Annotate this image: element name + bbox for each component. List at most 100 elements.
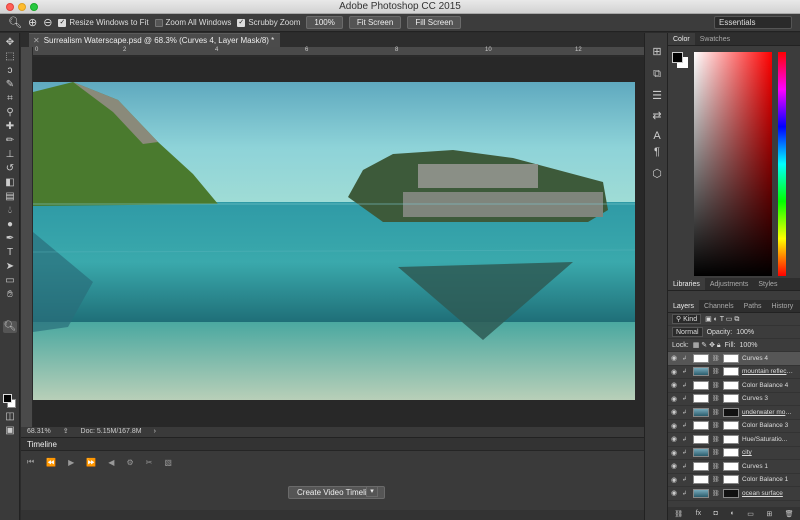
- eyedropper-tool-icon[interactable]: ⚲: [3, 107, 17, 119]
- hand-tool-icon[interactable]: ✋︎: [3, 289, 17, 301]
- opacity-value[interactable]: 100%: [736, 329, 754, 336]
- settings-gear-icon[interactable]: ⚙: [126, 458, 133, 467]
- layer-row[interactable]: ◉ ↲ ⛓ city: [668, 447, 800, 460]
- audio-icon[interactable]: ◀: [108, 458, 114, 467]
- layer-row[interactable]: ◉ ↲ ⛓ Curves 3: [668, 393, 800, 406]
- layer-thumbnail[interactable]: [693, 367, 709, 377]
- layer-thumbnail[interactable]: [693, 461, 709, 471]
- lock-icons[interactable]: ▦ ✎ ✥ 🔒︎: [693, 341, 721, 350]
- trash-icon[interactable]: 🗑︎: [785, 510, 794, 518]
- kind-filter-select[interactable]: ⚲ Kind: [672, 314, 702, 324]
- layer-row[interactable]: ◉ ↲ ⛓ Curves 4: [668, 352, 800, 366]
- hue-slider[interactable]: [778, 52, 786, 276]
- layer-row[interactable]: ◉ ↲ ⛓ underwater mou...: [668, 406, 800, 420]
- link-icon[interactable]: ⛓: [712, 368, 720, 375]
- marquee-tool-icon[interactable]: ⬚: [3, 51, 17, 63]
- link-icon[interactable]: ⛓: [712, 449, 720, 456]
- link-icon[interactable]: ⛓: [712, 476, 720, 483]
- history-brush-icon[interactable]: ↺: [3, 163, 17, 175]
- next-frame-icon[interactable]: ⏩: [86, 458, 96, 467]
- link-icon[interactable]: ⛓: [712, 422, 720, 429]
- layer-name[interactable]: Curves 4: [742, 355, 794, 362]
- layer-thumbnail[interactable]: [693, 488, 709, 498]
- zoom-all-windows-checkbox[interactable]: Zoom All Windows: [154, 18, 231, 27]
- layer-thumbnail[interactable]: [693, 421, 709, 431]
- link-icon[interactable]: ⛓: [712, 382, 720, 389]
- visibility-eye-icon[interactable]: ◉: [671, 381, 679, 389]
- document-tab[interactable]: ✕ Surrealism Waterscape.psd @ 68.3% (Curv…: [29, 33, 281, 47]
- layer-mask-thumbnail[interactable]: [723, 461, 739, 471]
- create-timeline-dropdown-icon[interactable]: ▾: [366, 486, 378, 497]
- layer-row[interactable]: ◉ ↲ ⛓ Hue/Saturatio...: [668, 433, 800, 447]
- layer-row[interactable]: ◉ ↲ ⛓ Color Balance 1: [668, 474, 800, 487]
- zoom-level[interactable]: 68.31%: [27, 428, 51, 435]
- properties-icon[interactable]: ☰: [650, 89, 664, 103]
- layer-name[interactable]: Color Balance 3: [742, 422, 794, 429]
- layer-mask-thumbnail[interactable]: [723, 353, 739, 363]
- new-layer-icon[interactable]: ⊞: [766, 510, 772, 518]
- layer-mask-thumbnail[interactable]: [723, 380, 739, 390]
- 100-percent-button[interactable]: 100%: [306, 16, 343, 29]
- canvas-workspace[interactable]: [33, 57, 644, 427]
- share-icon[interactable]: ⇪: [63, 428, 69, 435]
- shape-tool-icon[interactable]: ▭: [3, 275, 17, 287]
- layer-mask-thumbnail[interactable]: [723, 448, 739, 458]
- visibility-eye-icon[interactable]: ◉: [671, 395, 679, 403]
- layer-name[interactable]: Curves 1: [742, 463, 794, 470]
- link-icon[interactable]: ⛓: [712, 409, 720, 416]
- paragraph-icon[interactable]: ¶: [650, 145, 664, 159]
- tab-paths[interactable]: Paths: [739, 300, 767, 312]
- dodge-tool-icon[interactable]: ●: [3, 219, 17, 231]
- tab-swatches[interactable]: Swatches: [695, 33, 735, 45]
- layer-name[interactable]: mountain reflecti...: [742, 368, 794, 375]
- prev-frame-icon[interactable]: ⏪: [46, 458, 56, 467]
- visibility-eye-icon[interactable]: ◉: [671, 408, 679, 416]
- layer-thumbnail[interactable]: [693, 407, 709, 417]
- layer-mask-thumbnail[interactable]: [723, 421, 739, 431]
- zoom-out-icon[interactable]: ⊖: [43, 16, 52, 29]
- foreground-color-swatch[interactable]: [3, 394, 12, 403]
- layer-mask-thumbnail[interactable]: [723, 367, 739, 377]
- layer-name[interactable]: Curves 3: [742, 395, 794, 402]
- layer-row[interactable]: ◉ ↲ ⛓ Color Balance 4: [668, 379, 800, 393]
- layer-thumbnail[interactable]: [693, 434, 709, 444]
- layer-name[interactable]: Color Balance 1: [742, 476, 794, 483]
- lasso-tool-icon[interactable]: ↄ: [3, 65, 17, 77]
- add-mask-icon[interactable]: ◘: [714, 510, 718, 517]
- visibility-eye-icon[interactable]: ◉: [671, 489, 679, 497]
- foreground-color[interactable]: [672, 52, 683, 63]
- layer-row[interactable]: ◉ ↲ ⛓ Color Balance 3: [668, 420, 800, 433]
- visibility-eye-icon[interactable]: ◉: [671, 462, 679, 470]
- visibility-eye-icon[interactable]: ◉: [671, 368, 679, 376]
- path-select-tool-icon[interactable]: ➤: [3, 261, 17, 273]
- quick-select-tool-icon[interactable]: ✎: [3, 79, 17, 91]
- tab-libraries[interactable]: Libraries: [668, 278, 705, 290]
- actions-icon[interactable]: ⧉: [650, 67, 664, 81]
- visibility-eye-icon[interactable]: ◉: [671, 354, 679, 362]
- status-menu-chevron-icon[interactable]: ›: [154, 428, 156, 435]
- layer-mask-thumbnail[interactable]: [723, 475, 739, 485]
- tab-layers[interactable]: Layers: [668, 300, 700, 312]
- first-frame-icon[interactable]: ⏮: [27, 457, 34, 467]
- healing-tool-icon[interactable]: ✚: [3, 121, 17, 133]
- link-icon[interactable]: ⛓: [712, 490, 720, 497]
- character-icon[interactable]: A: [650, 129, 664, 143]
- adjust-icon[interactable]: ⇄: [650, 109, 664, 123]
- tab-color[interactable]: Color: [668, 33, 695, 45]
- layer-thumbnail[interactable]: [693, 380, 709, 390]
- fit-screen-button[interactable]: Fit Screen: [348, 16, 402, 29]
- layer-thumbnail[interactable]: [693, 448, 709, 458]
- layer-mask-thumbnail[interactable]: [723, 394, 739, 404]
- layer-row[interactable]: ◉ ↲ ⛓ ocean surface: [668, 487, 800, 501]
- new-group-icon[interactable]: ▭: [747, 510, 754, 518]
- screen-mode-icon[interactable]: ▣: [3, 425, 17, 437]
- history-icon[interactable]: ⊞: [650, 45, 664, 59]
- transition-icon[interactable]: ▧: [164, 458, 172, 467]
- visibility-eye-icon[interactable]: ◉: [671, 435, 679, 443]
- scrubby-zoom-checkbox[interactable]: ✓ Scrubby Zoom: [237, 18, 300, 27]
- blend-mode-select[interactable]: Normal: [672, 327, 703, 337]
- layer-name[interactable]: city: [742, 449, 794, 456]
- visibility-eye-icon[interactable]: ◉: [671, 476, 679, 484]
- move-tool-icon[interactable]: ✥: [3, 37, 17, 49]
- blur-tool-icon[interactable]: 💧︎: [3, 205, 17, 217]
